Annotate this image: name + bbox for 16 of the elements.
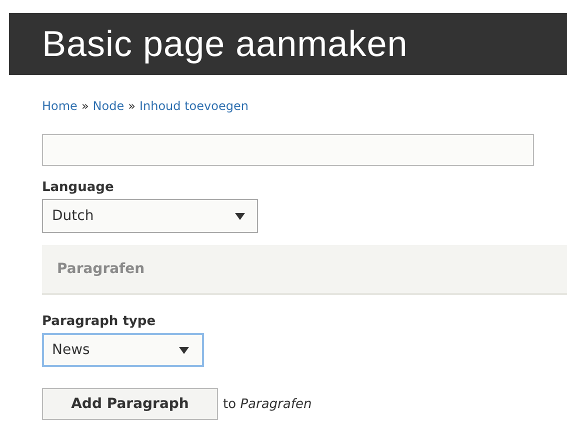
breadcrumb-link[interactable]: Inhoud toevoegen xyxy=(139,99,248,113)
caret-icon xyxy=(235,212,245,220)
section-title: Paragrafen xyxy=(57,261,145,277)
field-label: Paragraph type xyxy=(42,314,157,329)
breadcrumb-separator: » xyxy=(81,99,89,113)
dropdown[interactable]: Dutch xyxy=(42,199,258,233)
add-paragraph-button[interactable]: Add Paragraph xyxy=(42,388,218,420)
breadcrumb-link[interactable]: Node xyxy=(92,99,124,113)
target-text: to Paragrafen xyxy=(223,396,312,412)
breadcrumb-separator: » xyxy=(128,99,136,113)
text-field[interactable] xyxy=(42,134,534,166)
field-label: Language xyxy=(42,180,115,195)
page-title: Basic page aanmaken xyxy=(42,23,408,65)
dropdown[interactable]: News xyxy=(42,333,204,367)
caret-icon xyxy=(179,346,189,354)
breadcrumb-link[interactable]: Home xyxy=(42,99,78,113)
